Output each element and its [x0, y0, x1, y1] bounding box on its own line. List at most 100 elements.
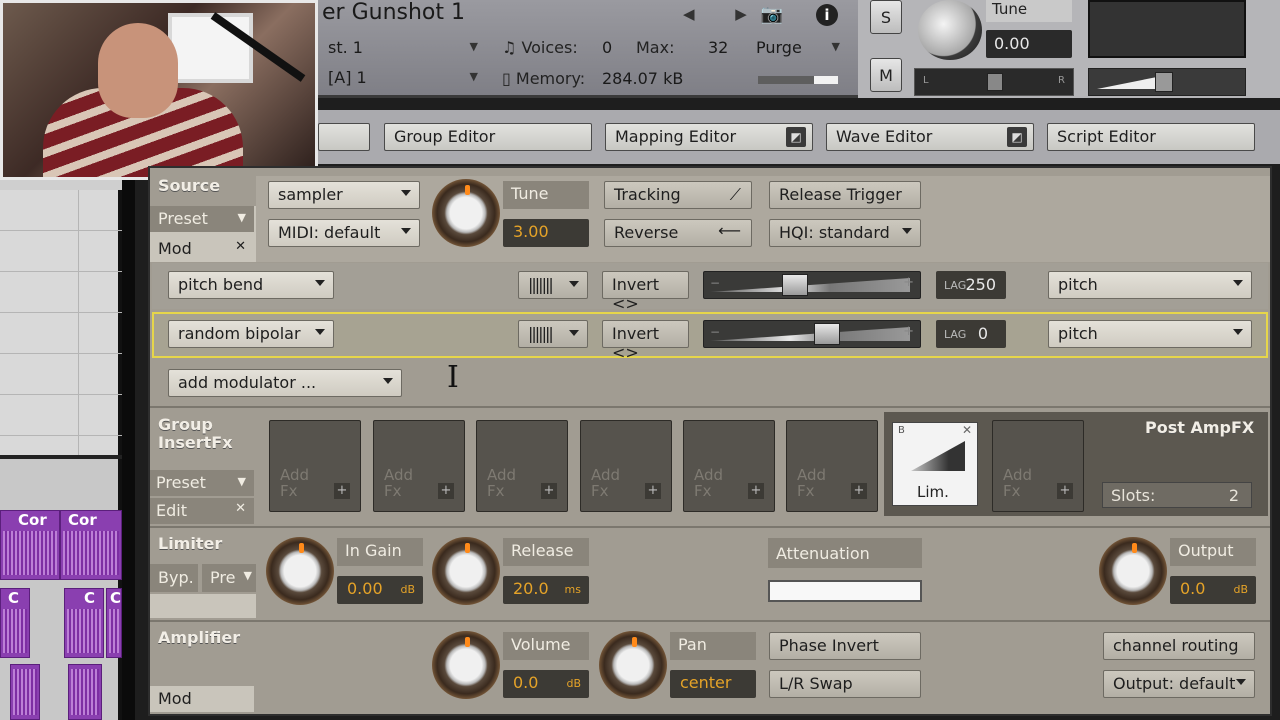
slots-field[interactable]: Slots: 2: [1102, 482, 1252, 508]
tab-wave-editor[interactable]: Wave Editor ◩: [826, 123, 1034, 151]
audio-clip[interactable]: Cor: [0, 510, 60, 580]
phase-invert-button[interactable]: Phase Invert: [769, 632, 921, 660]
audio-clip[interactable]: [10, 664, 40, 720]
source-mode-select[interactable]: sampler: [268, 181, 420, 209]
intensity-slider-thumb[interactable]: [814, 323, 840, 345]
fx-slot-empty[interactable]: Add Fx +: [269, 420, 361, 512]
master-pan-slider[interactable]: L R: [914, 68, 1074, 96]
plus-icon[interactable]: +: [851, 483, 867, 499]
fx-slot-empty[interactable]: Add Fx +: [992, 420, 1084, 512]
channel-routing-button[interactable]: channel routing: [1103, 632, 1255, 660]
insertfx-preset-menu[interactable]: Preset ▼: [150, 470, 254, 496]
master-tune-value[interactable]: 0.00: [986, 30, 1072, 58]
limiter-fx-slot[interactable]: B ✕ Lim.: [892, 422, 978, 506]
limiter-output-knob[interactable]: [1099, 537, 1167, 605]
close-icon[interactable]: ✕: [962, 423, 972, 437]
modulator-intensity-slider[interactable]: − +: [703, 320, 921, 348]
tracking-button[interactable]: Tracking ⟋: [604, 181, 752, 209]
volume-value[interactable]: 0.0 dB: [503, 670, 589, 698]
master-volume-slider[interactable]: [1088, 68, 1246, 96]
insertfx-edit-tab[interactable]: Edit ✕: [150, 498, 254, 524]
plus-icon[interactable]: +: [1057, 483, 1073, 499]
camera-icon[interactable]: 📷: [758, 4, 786, 26]
plus-icon[interactable]: +: [438, 483, 454, 499]
fx-slot-empty[interactable]: Add Fx +: [786, 420, 878, 512]
pan-value[interactable]: center: [670, 670, 756, 698]
audio-clip[interactable]: [68, 664, 102, 720]
master-tune-knob[interactable]: [918, 0, 982, 60]
pan-value-text: center: [680, 673, 732, 692]
modulator-source-select[interactable]: random bipolar: [168, 320, 334, 348]
clip-waveform: [67, 609, 101, 653]
tab-group-editor[interactable]: Group Editor: [384, 123, 592, 151]
close-icon[interactable]: ✕: [235, 501, 246, 516]
audio-clip[interactable]: C: [106, 588, 122, 658]
release-unit: ms: [564, 583, 581, 596]
volume-slider-thumb[interactable]: [1155, 72, 1173, 92]
amplifier-mod-tab[interactable]: Mod: [150, 686, 254, 712]
audio-clip[interactable]: C: [0, 588, 30, 658]
pan-knob[interactable]: [599, 631, 667, 699]
purge-menu[interactable]: Purge ▼: [756, 38, 846, 64]
add-modulator-select[interactable]: add modulator ...: [168, 369, 402, 397]
mute-button[interactable]: M: [870, 58, 902, 92]
fx-slot-empty[interactable]: Add Fx +: [683, 420, 775, 512]
modulator-invert-button[interactable]: Invert <>: [602, 320, 689, 362]
hqi-select[interactable]: HQI: standard: [769, 219, 921, 247]
plus-icon[interactable]: +: [748, 483, 764, 499]
audio-clip[interactable]: Cor: [60, 510, 122, 580]
release-trigger-button[interactable]: Release Trigger: [769, 181, 921, 209]
limiter-bypass-button[interactable]: Byp.: [150, 564, 198, 592]
info-icon[interactable]: i: [816, 4, 838, 26]
pan-slider-thumb[interactable]: [987, 73, 1003, 91]
source-mod-tab[interactable]: Mod ✕: [150, 236, 254, 262]
plus-icon[interactable]: +: [334, 483, 350, 499]
close-icon[interactable]: ✕: [235, 239, 246, 254]
bypass-indicator[interactable]: B: [898, 425, 905, 436]
limiter-output-value[interactable]: 0.0 dB: [1170, 576, 1256, 604]
tab-mapping-editor[interactable]: Mapping Editor ◩: [605, 123, 813, 151]
tab-script-editor[interactable]: Script Editor: [1047, 123, 1255, 151]
modulator-lag-field[interactable]: LAG 0: [936, 320, 1006, 348]
fx-slot-empty[interactable]: Add Fx +: [373, 420, 465, 512]
source-preset-menu[interactable]: Preset ▼: [150, 206, 254, 232]
plus-icon[interactable]: +: [541, 483, 557, 499]
fx-slot-empty[interactable]: Add Fx +: [580, 420, 672, 512]
fx-slot-empty[interactable]: Add Fx +: [476, 420, 568, 512]
volume-knob[interactable]: [432, 631, 500, 699]
slots-value: 2: [1228, 486, 1239, 505]
modulator-shape-select[interactable]: |||||||: [518, 320, 588, 348]
plus-icon[interactable]: +: [645, 483, 661, 499]
source-tune-knob[interactable]: [432, 179, 500, 247]
expand-icon[interactable]: ◩: [1007, 127, 1027, 147]
amplifier-output-select[interactable]: Output: default: [1103, 670, 1255, 698]
modulator-source-select[interactable]: pitch bend: [168, 271, 334, 299]
solo-button[interactable]: S: [870, 0, 902, 34]
expand-icon[interactable]: ◩: [786, 127, 806, 147]
pan-label: Pan: [670, 632, 756, 660]
modulator-invert-button[interactable]: Invert <>: [602, 271, 689, 313]
modulator-lag-field[interactable]: LAG 250: [936, 271, 1006, 299]
modulator-target-select[interactable]: pitch: [1048, 320, 1252, 348]
in-gain-knob[interactable]: [266, 537, 334, 605]
midi-channel-select[interactable]: [A] 1 ▼: [328, 68, 478, 94]
modulator-target-select[interactable]: pitch: [1048, 271, 1252, 299]
intensity-slider-thumb[interactable]: [782, 274, 808, 296]
midi-select[interactable]: MIDI: default: [268, 219, 420, 247]
source-tune-value[interactable]: 3.00: [503, 219, 589, 247]
limiter-preset-menu[interactable]: Pre ▼: [202, 564, 256, 592]
release-value[interactable]: 20.0 ms: [503, 576, 589, 604]
max-value[interactable]: 32: [708, 38, 728, 57]
audio-clip[interactable]: C: [64, 588, 104, 658]
modulator-intensity-slider[interactable]: − +: [703, 271, 921, 299]
output-select[interactable]: st. 1 ▼: [328, 38, 478, 64]
reverse-button[interactable]: Reverse ⟵: [604, 219, 752, 247]
modulator-shape-select[interactable]: |||||||: [518, 271, 588, 299]
tab-instrument-edit[interactable]: [318, 123, 370, 151]
group-insertfx-title: Group InsertFx: [158, 416, 233, 452]
release-knob[interactable]: [432, 537, 500, 605]
instrument-title[interactable]: er Gunshot 1: [322, 0, 465, 25]
in-gain-value[interactable]: 0.00 dB: [337, 576, 423, 604]
instrument-nav-arrows[interactable]: ◀ ▶: [683, 5, 765, 23]
lr-swap-button[interactable]: L/R Swap: [769, 670, 921, 698]
